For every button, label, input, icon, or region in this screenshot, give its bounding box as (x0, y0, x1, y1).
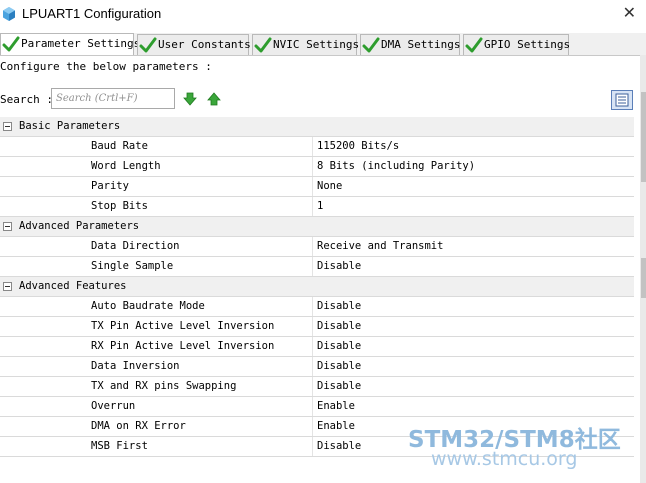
param-name: TX and RX pins Swapping (91, 380, 237, 392)
param-row-word-length[interactable]: Word Length 8 Bits (including Parity) (0, 157, 634, 177)
column-divider (312, 297, 313, 316)
column-divider (312, 397, 313, 416)
column-divider (312, 257, 313, 276)
column-divider (312, 317, 313, 336)
param-row-tx-pin-inversion[interactable]: TX Pin Active Level Inversion Disable (0, 317, 634, 337)
tab-gpio-settings[interactable]: GPIO Settings (463, 34, 571, 55)
collapse-minus-icon[interactable] (3, 222, 12, 231)
tab-bar: Parameter Settings User Constants NVIC S… (0, 33, 646, 56)
param-row-stop-bits[interactable]: Stop Bits 1 (0, 197, 634, 217)
param-name: Parity (91, 180, 129, 192)
collapse-minus-icon[interactable] (3, 122, 12, 131)
param-value[interactable]: Disable (317, 340, 361, 352)
close-button[interactable]: ✕ (623, 3, 636, 22)
search-input[interactable] (56, 91, 170, 105)
check-icon (139, 37, 157, 53)
param-name: MSB First (91, 440, 148, 452)
tab-dma-settings[interactable]: DMA Settings (360, 34, 460, 55)
param-value[interactable]: Disable (317, 320, 361, 332)
param-row-baud-rate[interactable]: Baud Rate 115200 Bits/s (0, 137, 634, 157)
param-name: Auto Baudrate Mode (91, 300, 205, 312)
param-row-overrun[interactable]: Overrun Enable (0, 397, 634, 417)
description-text: Configure the below parameters : (0, 60, 212, 73)
group-row-advanced-parameters[interactable]: Advanced Parameters (0, 217, 634, 237)
param-row-rx-pin-inversion[interactable]: RX Pin Active Level Inversion Disable (0, 337, 634, 357)
column-divider (312, 177, 313, 196)
cube-app-icon (3, 7, 15, 21)
param-value[interactable]: 1 (317, 200, 323, 212)
tab-nvic-settings[interactable]: NVIC Settings (252, 34, 360, 55)
column-divider (312, 417, 313, 436)
list-view-toggle-button[interactable] (611, 90, 633, 110)
param-name: TX Pin Active Level Inversion (91, 320, 275, 332)
watermark-url: www.stmcu.org (431, 448, 578, 470)
param-row-data-direction[interactable]: Data Direction Receive and Transmit (0, 237, 634, 257)
check-icon (2, 36, 20, 52)
search-label: Search : (0, 93, 53, 106)
param-value[interactable]: 115200 Bits/s (317, 140, 399, 152)
param-name: Data Inversion (91, 360, 180, 372)
param-value[interactable]: Disable (317, 440, 361, 452)
tab-label: NVIC Settings (273, 38, 360, 51)
group-label: Advanced Features (19, 280, 127, 292)
scrollbar-thumb[interactable] (641, 258, 646, 298)
collapse-minus-icon[interactable] (3, 282, 12, 291)
list-view-icon (615, 93, 629, 107)
scrollbar-thumb[interactable] (641, 92, 646, 182)
tab-parameter-settings[interactable]: Parameter Settings (0, 33, 140, 55)
param-name: Word Length (91, 160, 161, 172)
param-value[interactable]: Disable (317, 360, 361, 372)
window-title: LPUART1 Configuration (22, 6, 162, 21)
parameter-grid: Basic Parameters Baud Rate 115200 Bits/s… (0, 117, 634, 457)
column-divider (312, 137, 313, 156)
column-divider (312, 237, 313, 256)
group-row-advanced-features[interactable]: Advanced Features (0, 277, 634, 297)
param-value[interactable]: Disable (317, 300, 361, 312)
column-divider (312, 157, 313, 176)
group-row-basic-parameters[interactable]: Basic Parameters (0, 117, 634, 137)
check-icon (362, 37, 380, 53)
column-divider (312, 337, 313, 356)
tab-label: Parameter Settings (21, 37, 141, 50)
param-value[interactable]: Enable (317, 400, 355, 412)
check-icon (465, 37, 483, 53)
param-name: Stop Bits (91, 200, 148, 212)
param-name: RX Pin Active Level Inversion (91, 340, 275, 352)
param-value[interactable]: Receive and Transmit (317, 240, 443, 252)
tab-label: User Constants (158, 38, 251, 51)
param-value[interactable]: None (317, 180, 342, 192)
param-row-auto-baudrate-mode[interactable]: Auto Baudrate Mode Disable (0, 297, 634, 317)
search-previous-up-arrow-icon[interactable] (207, 92, 221, 106)
param-value[interactable]: Disable (317, 380, 361, 392)
param-value[interactable]: 8 Bits (including Parity) (317, 160, 475, 172)
check-icon (254, 37, 272, 53)
param-row-parity[interactable]: Parity None (0, 177, 634, 197)
title-bar: LPUART1 Configuration ✕ (0, 0, 646, 30)
param-value[interactable]: Enable (317, 420, 355, 432)
search-box (51, 88, 175, 109)
column-divider (312, 197, 313, 216)
column-divider (312, 377, 313, 396)
param-name: Baud Rate (91, 140, 148, 152)
tab-user-constants[interactable]: User Constants (137, 34, 251, 55)
group-label: Advanced Parameters (19, 220, 140, 232)
column-divider (312, 437, 313, 456)
param-row-single-sample[interactable]: Single Sample Disable (0, 257, 634, 277)
tab-label: DMA Settings (381, 38, 461, 51)
param-name: DMA on RX Error (91, 420, 186, 432)
group-label: Basic Parameters (19, 120, 121, 132)
param-name: Data Direction (91, 240, 180, 252)
tab-label: GPIO Settings (484, 38, 571, 51)
param-row-data-inversion[interactable]: Data Inversion Disable (0, 357, 634, 377)
column-divider (312, 357, 313, 376)
param-row-pins-swapping[interactable]: TX and RX pins Swapping Disable (0, 377, 634, 397)
param-name: Overrun (91, 400, 136, 412)
param-value[interactable]: Disable (317, 260, 361, 272)
param-name: Single Sample (91, 260, 174, 272)
search-next-down-arrow-icon[interactable] (183, 92, 197, 106)
